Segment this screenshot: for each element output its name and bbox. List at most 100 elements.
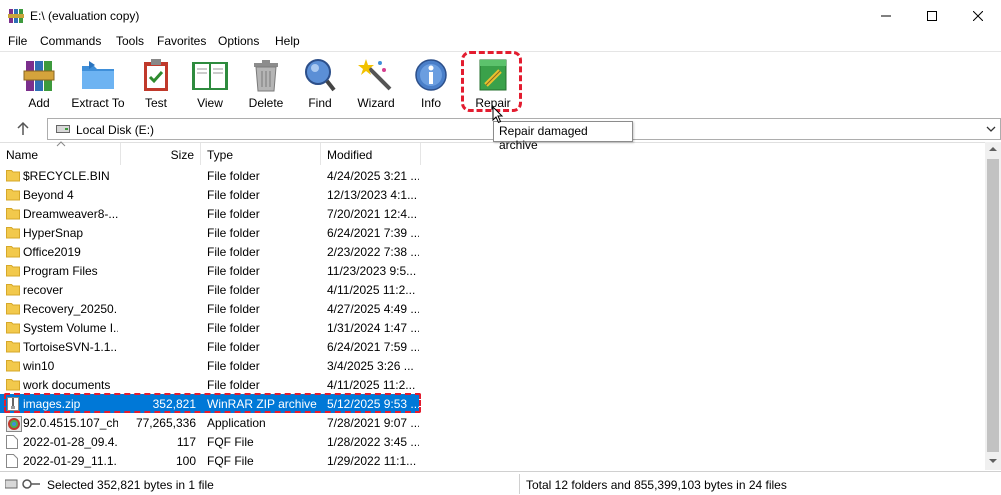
wizard-label: Wizard	[357, 96, 395, 110]
file-size: 117	[176, 435, 196, 449]
menu-favorites[interactable]: Favorites	[157, 34, 206, 48]
title-bar: E:\ (evaluation copy)	[0, 0, 1001, 31]
close-button[interactable]	[955, 0, 1001, 31]
status-total: Total 12 folders and 855,399,103 bytes i…	[526, 478, 787, 492]
add-button[interactable]: Add	[20, 57, 58, 114]
file-size: 100	[175, 454, 196, 468]
file-row[interactable]: 2022-01-29_11.1... 100 FQF File 1/29/2022 1…	[0, 451, 985, 470]
file-name: work documents	[23, 378, 111, 392]
folder-icon	[6, 207, 20, 223]
up-folder-button[interactable]	[14, 120, 32, 138]
file-type: File folder	[207, 207, 260, 221]
scroll-up-icon[interactable]	[989, 146, 997, 152]
file-modified: 6/24/2021 7:59 ...	[327, 340, 419, 354]
winrar-app-icon	[8, 8, 24, 24]
wand-icon	[358, 59, 392, 91]
repair-highlight-annotation	[461, 51, 522, 112]
find-button[interactable]: Find	[302, 57, 338, 114]
menu-help[interactable]: Help	[275, 34, 300, 48]
up-arrow-icon	[17, 121, 29, 135]
info-label: Info	[420, 96, 441, 110]
file-type: File folder	[207, 302, 260, 316]
address-text: Local Disk (E:)	[76, 123, 155, 137]
file-type: FQF File	[207, 435, 254, 449]
mouse-cursor-icon	[492, 106, 504, 124]
view-button[interactable]: View	[188, 57, 232, 114]
chevron-down-icon[interactable]	[985, 123, 997, 135]
folder-icon	[6, 340, 20, 356]
file-modified: 4/11/2025 11:2...	[327, 378, 416, 392]
sort-up-icon	[56, 141, 66, 147]
menu-tools[interactable]: Tools	[116, 34, 144, 48]
folder-icon	[6, 264, 20, 280]
file-type: FQF File	[207, 454, 254, 468]
extract-to-button[interactable]: Extract To	[70, 57, 126, 114]
menu-file[interactable]: File	[8, 34, 27, 48]
file-name: win10	[23, 359, 55, 373]
file-modified: 7/20/2021 12:4...	[327, 207, 418, 221]
file-row[interactable]: win10 File folder 3/4/2025 3:26 ...	[0, 356, 985, 375]
file-row[interactable]: 2022-01-28_09.4... 117 FQF File 1/28/2022 3…	[0, 432, 985, 451]
file-row[interactable]: System Volume I... File folder 1/31/2024 1…	[0, 318, 985, 337]
test-label: Test	[144, 96, 167, 110]
column-type[interactable]: Type	[201, 143, 321, 165]
delete-button[interactable]: Delete	[248, 57, 284, 114]
add-archive-icon	[23, 61, 55, 91]
column-modified-label: Modified	[327, 148, 373, 162]
file-row[interactable]: Dreamweaver8-... File folder 7/20/2021 12:…	[0, 204, 985, 223]
column-name-label: Name	[6, 148, 39, 162]
file-name: $RECYCLE.BIN	[23, 169, 110, 183]
column-name[interactable]: Name	[0, 141, 121, 165]
window-title: E:\ (evaluation copy)	[30, 9, 140, 23]
file-type: File folder	[207, 378, 260, 392]
status-icons	[4, 478, 41, 493]
file-type: Application	[207, 416, 266, 430]
wizard-button[interactable]: Wizard	[356, 57, 396, 114]
file-modified: 11/23/2023 9:5...	[327, 264, 417, 278]
vertical-scrollbar[interactable]	[985, 142, 1001, 470]
menu-bar: File Commands Tools Favorites Options He…	[0, 31, 1001, 51]
test-clipboard-icon	[144, 59, 168, 91]
file-name: recover	[23, 283, 64, 297]
find-label: Find	[308, 96, 332, 110]
file-modified: 1/28/2022 3:45 ...	[327, 435, 419, 449]
file-row[interactable]: Program Files File folder 11/23/2023 9:5..…	[0, 261, 985, 280]
file-name: 92.0.4515.107_ch...	[23, 416, 118, 430]
folder-icon	[6, 302, 20, 318]
file-type: File folder	[207, 169, 260, 183]
status-bar: Selected 352,821 bytes in 1 file Total 1…	[0, 471, 1001, 495]
column-modified[interactable]: Modified	[321, 143, 421, 165]
test-button[interactable]: Test	[138, 57, 174, 114]
file-row[interactable]: TortoiseSVN-1.1... File folder 6/24/2021 7…	[0, 337, 985, 356]
menu-commands[interactable]: Commands	[40, 34, 101, 48]
file-row[interactable]: HyperSnap File folder 6/24/2021 7:39 ...	[0, 223, 985, 242]
minimize-button[interactable]	[863, 0, 909, 31]
maximize-button[interactable]	[909, 0, 955, 31]
info-icon	[415, 59, 447, 91]
file-row[interactable]: 92.0.4515.107_ch... 77,265,336 Application…	[0, 413, 985, 432]
file-type: File folder	[207, 321, 260, 335]
file-name: 2022-01-28_09.4...	[23, 435, 118, 449]
file-name: HyperSnap	[23, 226, 84, 240]
column-size-label: Size	[170, 148, 194, 162]
file-list: Name Size Type Modified $RECYCLE.BIN File…	[0, 141, 1001, 470]
folder-icon	[6, 188, 20, 204]
column-type-label: Type	[207, 148, 234, 162]
delete-label: Delete	[248, 96, 284, 110]
file-modified: 1/29/2022 11:1...	[327, 454, 417, 468]
file-row[interactable]: $RECYCLE.BIN File folder 4/24/2025 3:21 ..…	[0, 166, 985, 185]
column-size[interactable]: Size	[121, 143, 201, 165]
info-button[interactable]: Info	[414, 57, 448, 114]
file-row[interactable]: recover File folder 4/11/2025 11:2...	[0, 280, 985, 299]
file-modified: 4/24/2025 3:21 ...	[327, 169, 419, 183]
file-row[interactable]: Beyond 4 File folder 12/13/2023 4:1...	[0, 185, 985, 204]
file-type: File folder	[207, 340, 260, 354]
scrollbar-thumb[interactable]	[987, 159, 999, 452]
scroll-down-icon[interactable]	[989, 458, 997, 464]
file-row[interactable]: Office2019 File folder 2/23/2022 7:38 ...	[0, 242, 985, 261]
menu-options[interactable]: Options	[218, 34, 259, 48]
file-row[interactable]: work documents File folder 4/11/2025 11:2.…	[0, 375, 985, 394]
folder-icon	[6, 226, 20, 242]
folder-icon	[6, 359, 20, 375]
file-row[interactable]: Recovery_20250... File folder 4/27/2025 4:…	[0, 299, 985, 318]
